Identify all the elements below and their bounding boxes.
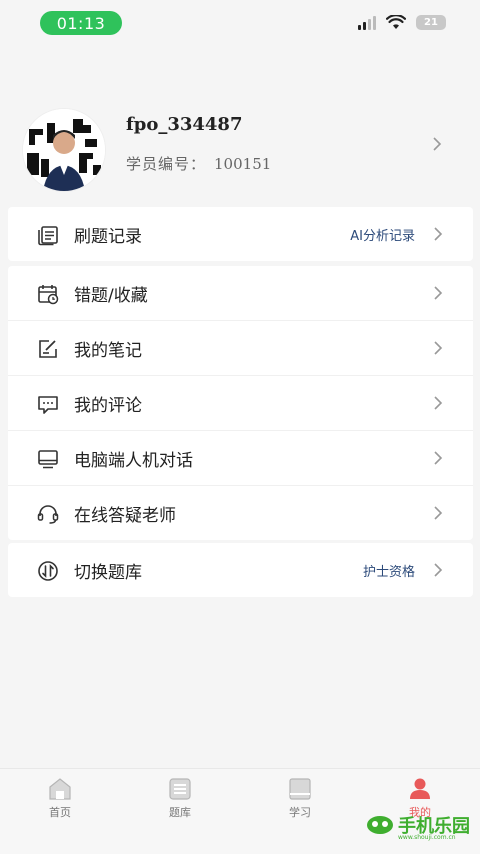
status-bar: 01:13 21 [0,0,480,44]
chevron-right-icon [434,451,443,465]
question-bank-icon [169,778,191,800]
avatar-image [23,109,105,191]
menu-label: 电脑端人机对话 [74,450,193,471]
switch-bank-card: 切换题库 护士资格 [8,543,473,597]
menu-label: 切换题库 [74,562,142,583]
monitor-icon [38,450,58,469]
username: fpo_334487 [126,114,243,135]
watermark-logo-icon [367,816,393,834]
watermark-url: www.shouji.com.cn [398,834,456,841]
battery-icon: 21 [416,15,446,30]
calendar-clock-icon [38,285,59,305]
tab-label: 学习 [289,806,311,819]
chevron-right-icon [434,506,443,520]
chevron-right-icon [434,227,443,241]
menu-item-online-teacher[interactable]: 在线答疑老师 [8,485,473,540]
headset-icon [37,505,59,524]
chevron-right-icon [434,341,443,355]
tab-question-bank[interactable]: 题库 [120,777,240,820]
bottom-tab-bar: 首页 题库 学习 我的 [0,768,480,854]
menu-item-my-notes[interactable]: 我的笔记 [8,320,473,375]
chevron-right-icon [433,137,442,151]
document-list-icon [38,226,58,246]
battery-level: 21 [424,17,438,28]
menu-item-switch-bank[interactable]: 切换题库 护士资格 [8,543,473,597]
chat-bubble-icon [38,396,58,414]
menu-label: 我的评论 [74,395,142,416]
student-id-value: 100151 [214,155,272,173]
menu-item-wrong-questions[interactable]: 错题/收藏 [8,266,473,320]
chevron-right-icon [434,563,443,577]
profile-icon [410,778,430,799]
menu-item-my-comments[interactable]: 我的评论 [8,375,473,430]
status-time: 01:13 [40,11,122,35]
menu-label: 在线答疑老师 [74,505,176,526]
note-edit-icon [39,340,57,358]
practice-record-card: 刷题记录 AI分析记录 [8,207,473,261]
menu-label: 刷题记录 [74,226,142,247]
tab-label: 题库 [169,806,191,819]
menu-item-practice-record[interactable]: 刷题记录 AI分析记录 [8,207,473,261]
tab-label: 首页 [49,806,71,819]
ai-analysis-link[interactable]: AI分析记录 [350,225,415,244]
tab-home[interactable]: 首页 [0,777,120,820]
menu-label: 错题/收藏 [74,285,148,306]
chevron-right-icon [434,286,443,300]
student-id: 学员编号： 100151 [126,153,271,174]
watermark: 手机乐园 www.shouji.com.cn [366,812,470,841]
book-icon [289,778,311,800]
student-id-label: 学员编号： [126,155,207,173]
switch-icon [38,561,58,581]
home-icon [49,778,71,800]
cellular-signal-icon [358,15,376,30]
main-menu-card: 错题/收藏 我的笔记 我的评论 电脑端人机对话 在线答疑老师 [8,266,473,540]
current-bank-value: 护士资格 [362,564,415,580]
menu-item-pc-dialogue[interactable]: 电脑端人机对话 [8,430,473,485]
tab-study[interactable]: 学习 [240,777,360,820]
chevron-right-icon [434,396,443,410]
profile-header[interactable]: fpo_334487 学员编号： 100151 [0,100,480,195]
avatar[interactable] [22,108,106,192]
menu-label: 我的笔记 [74,340,142,361]
wifi-icon [386,15,406,29]
